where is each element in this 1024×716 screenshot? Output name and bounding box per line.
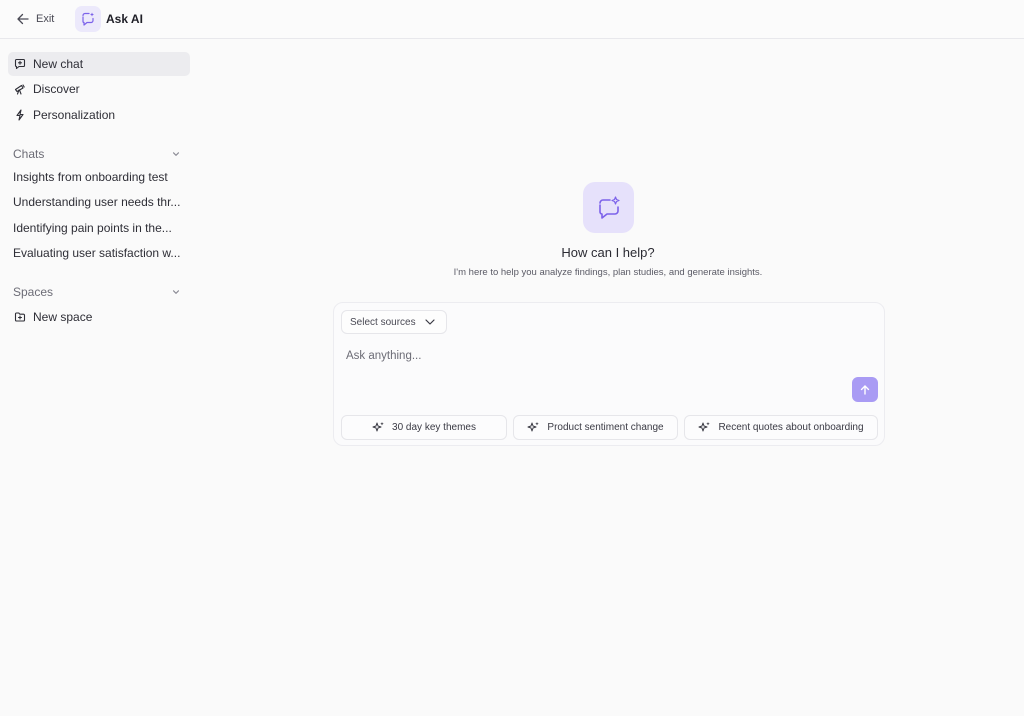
sidebar-item-new-chat[interactable]: New chat bbox=[8, 52, 190, 76]
suggestion-label: Product sentiment change bbox=[547, 422, 664, 433]
assistant-icon-badge bbox=[583, 182, 634, 233]
chats-section-header[interactable]: Chats bbox=[13, 145, 181, 163]
top-bar: Exit Ask AI bbox=[0, 0, 1024, 39]
sidebar-item-label: Personalization bbox=[33, 108, 116, 122]
chat-history-item[interactable]: Evaluating user satisfaction w... bbox=[13, 246, 185, 264]
spaces-section-header[interactable]: Spaces bbox=[13, 283, 181, 301]
suggestion-chip[interactable]: Recent quotes about onboarding bbox=[684, 415, 878, 440]
send-button[interactable] bbox=[852, 377, 878, 402]
sparkles-icon bbox=[527, 422, 540, 432]
select-sources-label: Select sources bbox=[350, 316, 416, 328]
suggestion-label: 30 day key themes bbox=[392, 422, 476, 433]
telescope-icon bbox=[14, 84, 25, 95]
chat-composer: Select sources 30 day key themes Product… bbox=[333, 302, 885, 446]
chat-history-item[interactable]: Insights from onboarding test bbox=[13, 170, 185, 188]
sidebar-item-label: New chat bbox=[33, 57, 84, 71]
sidebar-item-label: Discover bbox=[33, 82, 80, 96]
sidebar-item-personalization[interactable]: Personalization bbox=[8, 103, 190, 127]
sidebar: New chat Discover Personalization Chats … bbox=[0, 39, 195, 716]
arrow-left-icon bbox=[17, 13, 29, 25]
spaces-section-label: Spaces bbox=[13, 285, 54, 299]
chat-plus-icon bbox=[14, 58, 26, 70]
exit-label: Exit bbox=[36, 13, 55, 25]
ask-input[interactable] bbox=[346, 347, 846, 365]
chat-history-item[interactable]: Identifying pain points in the... bbox=[13, 221, 185, 239]
sparkles-icon bbox=[698, 422, 711, 432]
chat-sparkle-icon bbox=[598, 195, 620, 219]
exit-button[interactable]: Exit bbox=[16, 9, 54, 29]
arrow-up-icon bbox=[860, 384, 870, 395]
chevron-down-icon bbox=[172, 152, 180, 156]
folder-plus-icon bbox=[14, 312, 26, 322]
suggestion-label: Recent quotes about onboarding bbox=[718, 422, 864, 433]
chats-section-label: Chats bbox=[13, 147, 45, 161]
chat-sparkle-icon bbox=[82, 12, 94, 26]
new-space-button[interactable]: New space bbox=[8, 305, 190, 329]
page-subtitle: I'm here to help you analyze findings, p… bbox=[453, 267, 763, 278]
sparkles-icon bbox=[372, 422, 384, 432]
app-title: Ask AI bbox=[106, 12, 143, 26]
chevron-down-icon bbox=[424, 319, 435, 325]
bolt-icon bbox=[16, 109, 24, 121]
new-space-label: New space bbox=[33, 310, 93, 324]
page-title: How can I help? bbox=[561, 245, 655, 260]
sidebar-item-discover[interactable]: Discover bbox=[8, 77, 190, 101]
select-sources-dropdown[interactable]: Select sources bbox=[341, 310, 447, 334]
suggestion-chip[interactable]: 30 day key themes bbox=[341, 415, 507, 440]
app-logo bbox=[75, 6, 101, 32]
chat-history-item[interactable]: Understanding user needs thr... bbox=[13, 195, 185, 213]
suggestion-chip[interactable]: Product sentiment change bbox=[513, 415, 678, 440]
chevron-down-icon bbox=[172, 290, 180, 294]
